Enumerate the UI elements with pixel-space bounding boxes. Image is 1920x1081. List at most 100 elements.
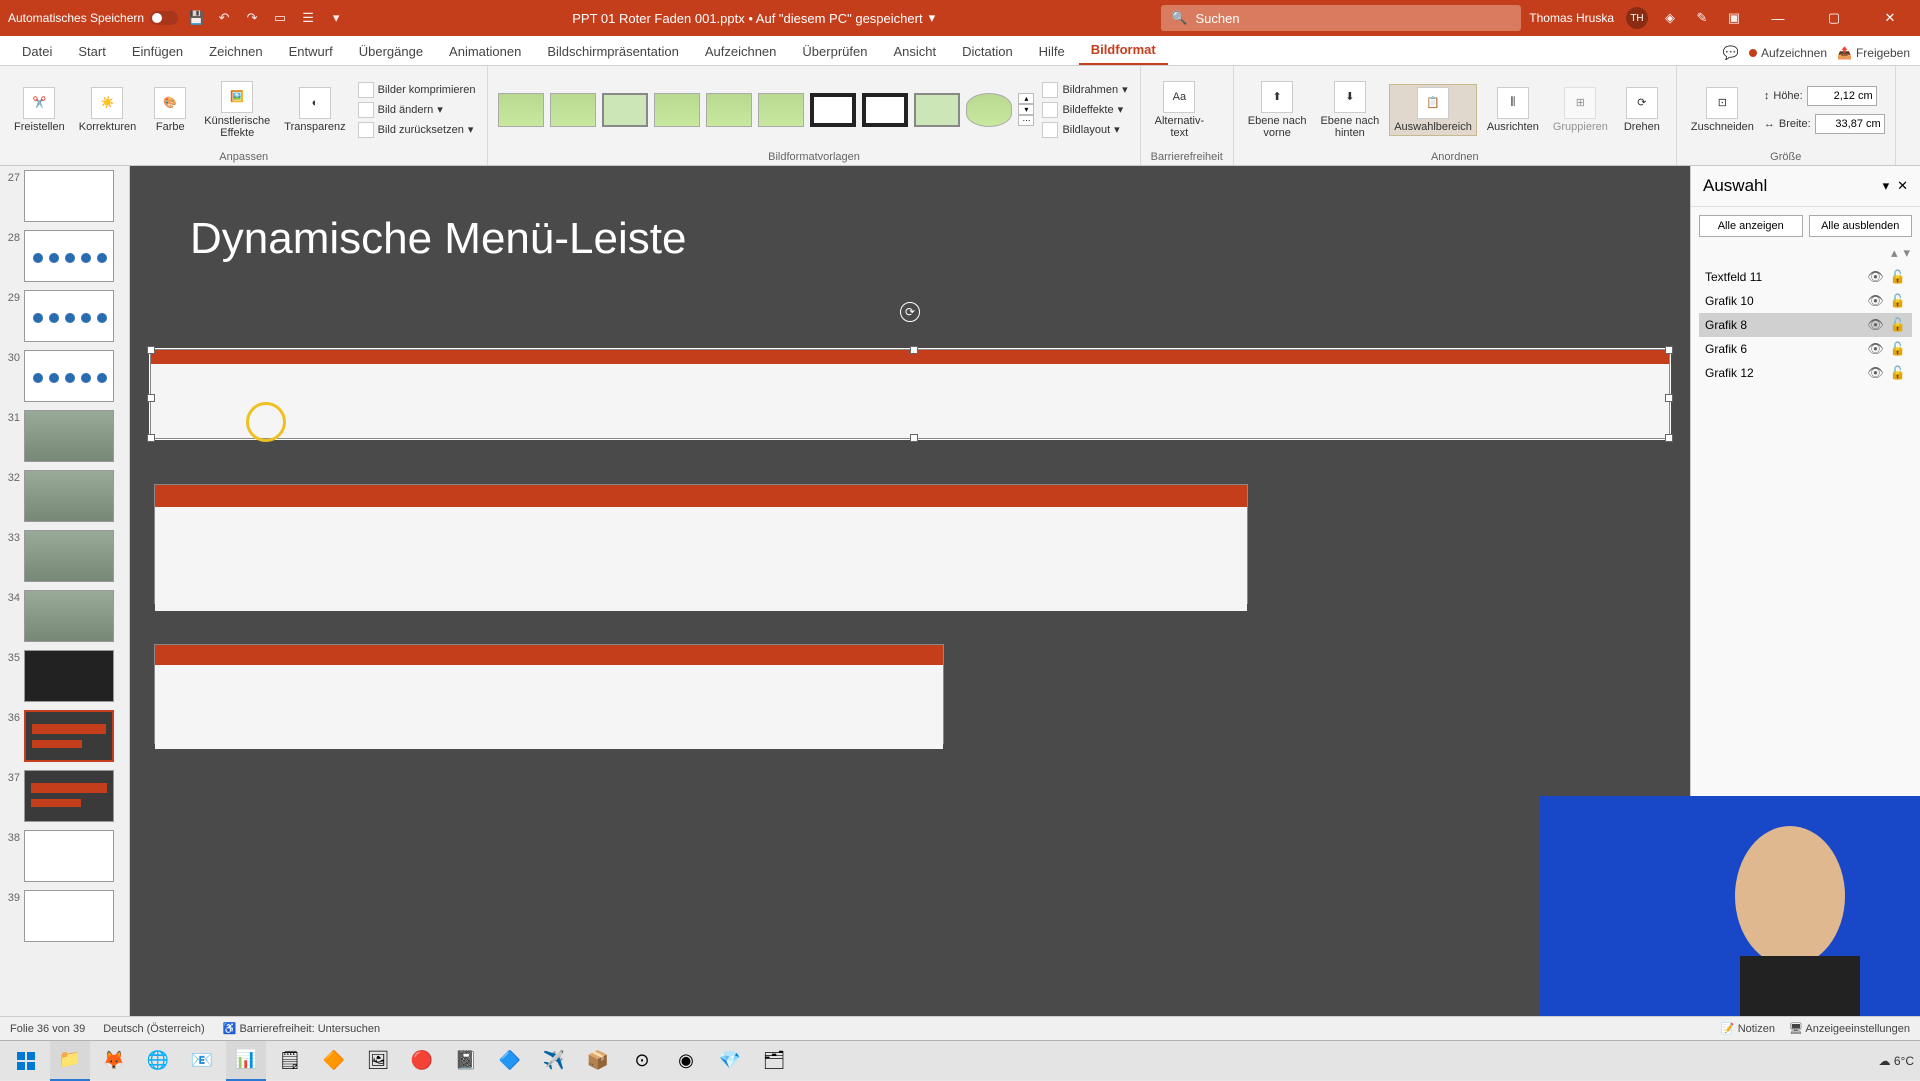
tab-uebergaenge[interactable]: Übergänge [347,38,435,65]
picture-style-7[interactable] [810,93,856,127]
tab-einfuegen[interactable]: Einfügen [120,38,195,65]
notes-button[interactable]: 📝 Notizen [1721,1022,1775,1035]
selection-item[interactable]: Textfeld 11👁🔓 [1699,265,1912,289]
slide-canvas[interactable]: Dynamische Menü-Leiste ⟳ [150,184,1670,978]
lock-icon[interactable]: 🔓 [1890,317,1906,333]
lock-icon[interactable]: 🔓 [1890,341,1906,357]
tab-ueberpruefen[interactable]: Überprüfen [790,38,879,65]
slide-title[interactable]: Dynamische Menü-Leiste [190,214,686,264]
touch-icon[interactable]: ☰ [298,8,318,28]
search-box[interactable]: 🔍 Suchen [1161,5,1521,31]
display-settings-button[interactable]: 🖥 Anzeigeeinstellungen [1789,1022,1910,1035]
alttext-button[interactable]: AaAlternativ- text [1151,79,1209,141]
app-icon-5[interactable]: ⊙ [622,1041,662,1081]
tab-animationen[interactable]: Animationen [437,38,533,65]
effekte-button[interactable]: 🖼️Künstlerische Effekte [200,79,274,141]
powerpoint-icon[interactable]: 📊 [226,1041,266,1081]
drehen-button[interactable]: ⟳Drehen [1618,85,1666,135]
visibility-icon[interactable]: 👁 [1867,269,1884,285]
chrome-icon[interactable]: 🌐 [138,1041,178,1081]
thumbnail-slide-35[interactable]: 35 [2,650,127,702]
tab-dictation[interactable]: Dictation [950,38,1025,65]
picture-style-6[interactable] [758,93,804,127]
freistellen-button[interactable]: ✂️Freistellen [10,85,69,135]
bild-aendern-button[interactable]: Bild ändern ▾ [356,101,478,119]
thumbnail-slide-32[interactable]: 32 [2,470,127,522]
visibility-icon[interactable]: 👁 [1867,341,1884,357]
outlook-icon[interactable]: 📧 [182,1041,222,1081]
toggle-switch[interactable] [150,11,178,25]
gruppieren-button[interactable]: ⊞Gruppieren [1549,85,1612,135]
undo-icon[interactable]: ↶ [214,8,234,28]
save-icon[interactable]: 💾 [186,8,206,28]
thumbnail-slide-33[interactable]: 33 [2,530,127,582]
onenote-icon[interactable]: 📓 [446,1041,486,1081]
transparenz-button[interactable]: ◐Transparenz [280,85,349,135]
share-button[interactable]: 📤 Freigeben [1837,46,1910,60]
tab-bildformat[interactable]: Bildformat [1079,36,1168,65]
user-avatar[interactable]: TH [1626,7,1648,29]
pen-icon[interactable]: ✎ [1692,8,1712,28]
thumbnail-slide-29[interactable]: 29 [2,290,127,342]
thumbnail-slide-36[interactable]: 36 [2,710,127,762]
lock-icon[interactable]: 🔓 [1890,293,1906,309]
thumbnail-slide-34[interactable]: 34 [2,590,127,642]
thumbnail-slide-28[interactable]: 28 [2,230,127,282]
embedded-image-bottom[interactable] [154,644,944,744]
selection-item[interactable]: Grafik 10👁🔓 [1699,289,1912,313]
qat-more-icon[interactable]: ▾ [326,8,346,28]
selpane-close-icon[interactable]: ✕ [1897,178,1908,194]
slide-editor[interactable]: Dynamische Menü-Leiste ⟳ [130,166,1690,1016]
selection-item[interactable]: Grafik 6👁🔓 [1699,337,1912,361]
visibility-icon[interactable]: 👁 [1867,317,1884,333]
lock-icon[interactable]: 🔓 [1890,269,1906,285]
picture-style-2[interactable] [550,93,596,127]
thumbnail-slide-38[interactable]: 38 [2,830,127,882]
user-name[interactable]: Thomas Hruska [1529,11,1614,25]
diamond-icon[interactable]: ◈ [1660,8,1680,28]
app-icon-1[interactable]: 🗒 [270,1041,310,1081]
picture-style-9[interactable] [914,93,960,127]
tab-hilfe[interactable]: Hilfe [1027,38,1077,65]
app-icon-4[interactable]: 📦 [578,1041,618,1081]
visibility-icon[interactable]: 👁 [1867,293,1884,309]
tab-entwurf[interactable]: Entwurf [277,38,345,65]
app-icon-3[interactable]: 🔴 [402,1041,442,1081]
selection-item[interactable]: Grafik 8👁🔓 [1699,313,1912,337]
bildeffekte-button[interactable]: Bildeffekte ▾ [1040,101,1129,119]
show-all-button[interactable]: Alle anzeigen [1699,215,1803,237]
telegram-icon[interactable]: ✈️ [534,1041,574,1081]
thumbnail-slide-27[interactable]: 27 [2,170,127,222]
selpane-dropdown-icon[interactable]: ▾ [1883,178,1890,194]
close-button[interactable]: ✕ [1868,0,1912,36]
vlc-icon[interactable]: 🔶 [314,1041,354,1081]
weather-widget[interactable]: ☁ 6°C [1879,1054,1914,1068]
picture-style-8[interactable] [862,93,908,127]
picture-style-4[interactable] [654,93,700,127]
thumbnail-slide-31[interactable]: 31 [2,410,127,462]
start-button[interactable] [6,1041,46,1081]
gallery-up-icon[interactable]: ▴ [1018,93,1034,104]
app-icon-6[interactable]: ◉ [666,1041,706,1081]
embedded-image-middle[interactable] [154,484,1248,604]
minimize-button[interactable]: — [1756,0,1800,36]
korrekturen-button[interactable]: ☀️Korrekturen [75,85,140,135]
gallery-more-icon[interactable]: ⋯ [1018,115,1034,126]
lock-icon[interactable]: 🔓 [1890,365,1906,381]
redo-icon[interactable]: ↷ [242,8,262,28]
selection-item[interactable]: Grafik 12👁🔓 [1699,361,1912,385]
tab-zeichnen[interactable]: Zeichnen [197,38,274,65]
thumbnail-slide-37[interactable]: 37 [2,770,127,822]
ebene-hinten-button[interactable]: ⬇Ebene nach hinten [1316,79,1383,141]
farbe-button[interactable]: 🎨Farbe [146,85,194,135]
move-down-icon[interactable]: ▾ [1903,245,1910,261]
auswahlbereich-button[interactable]: 📋Auswahlbereich [1389,84,1477,136]
bildrahmen-button[interactable]: Bildrahmen ▾ [1040,81,1129,99]
autosave-toggle[interactable]: Automatisches Speichern [8,11,178,25]
app-icon-8[interactable]: 🗂 [754,1041,794,1081]
embedded-image-top[interactable] [150,349,1670,439]
maximize-button[interactable]: ▢ [1812,0,1856,36]
zuschneiden-button[interactable]: ⊡Zuschneiden [1687,85,1758,135]
app-icon-2[interactable]: 🖼 [358,1041,398,1081]
explorer-icon[interactable]: 📁 [50,1041,90,1081]
